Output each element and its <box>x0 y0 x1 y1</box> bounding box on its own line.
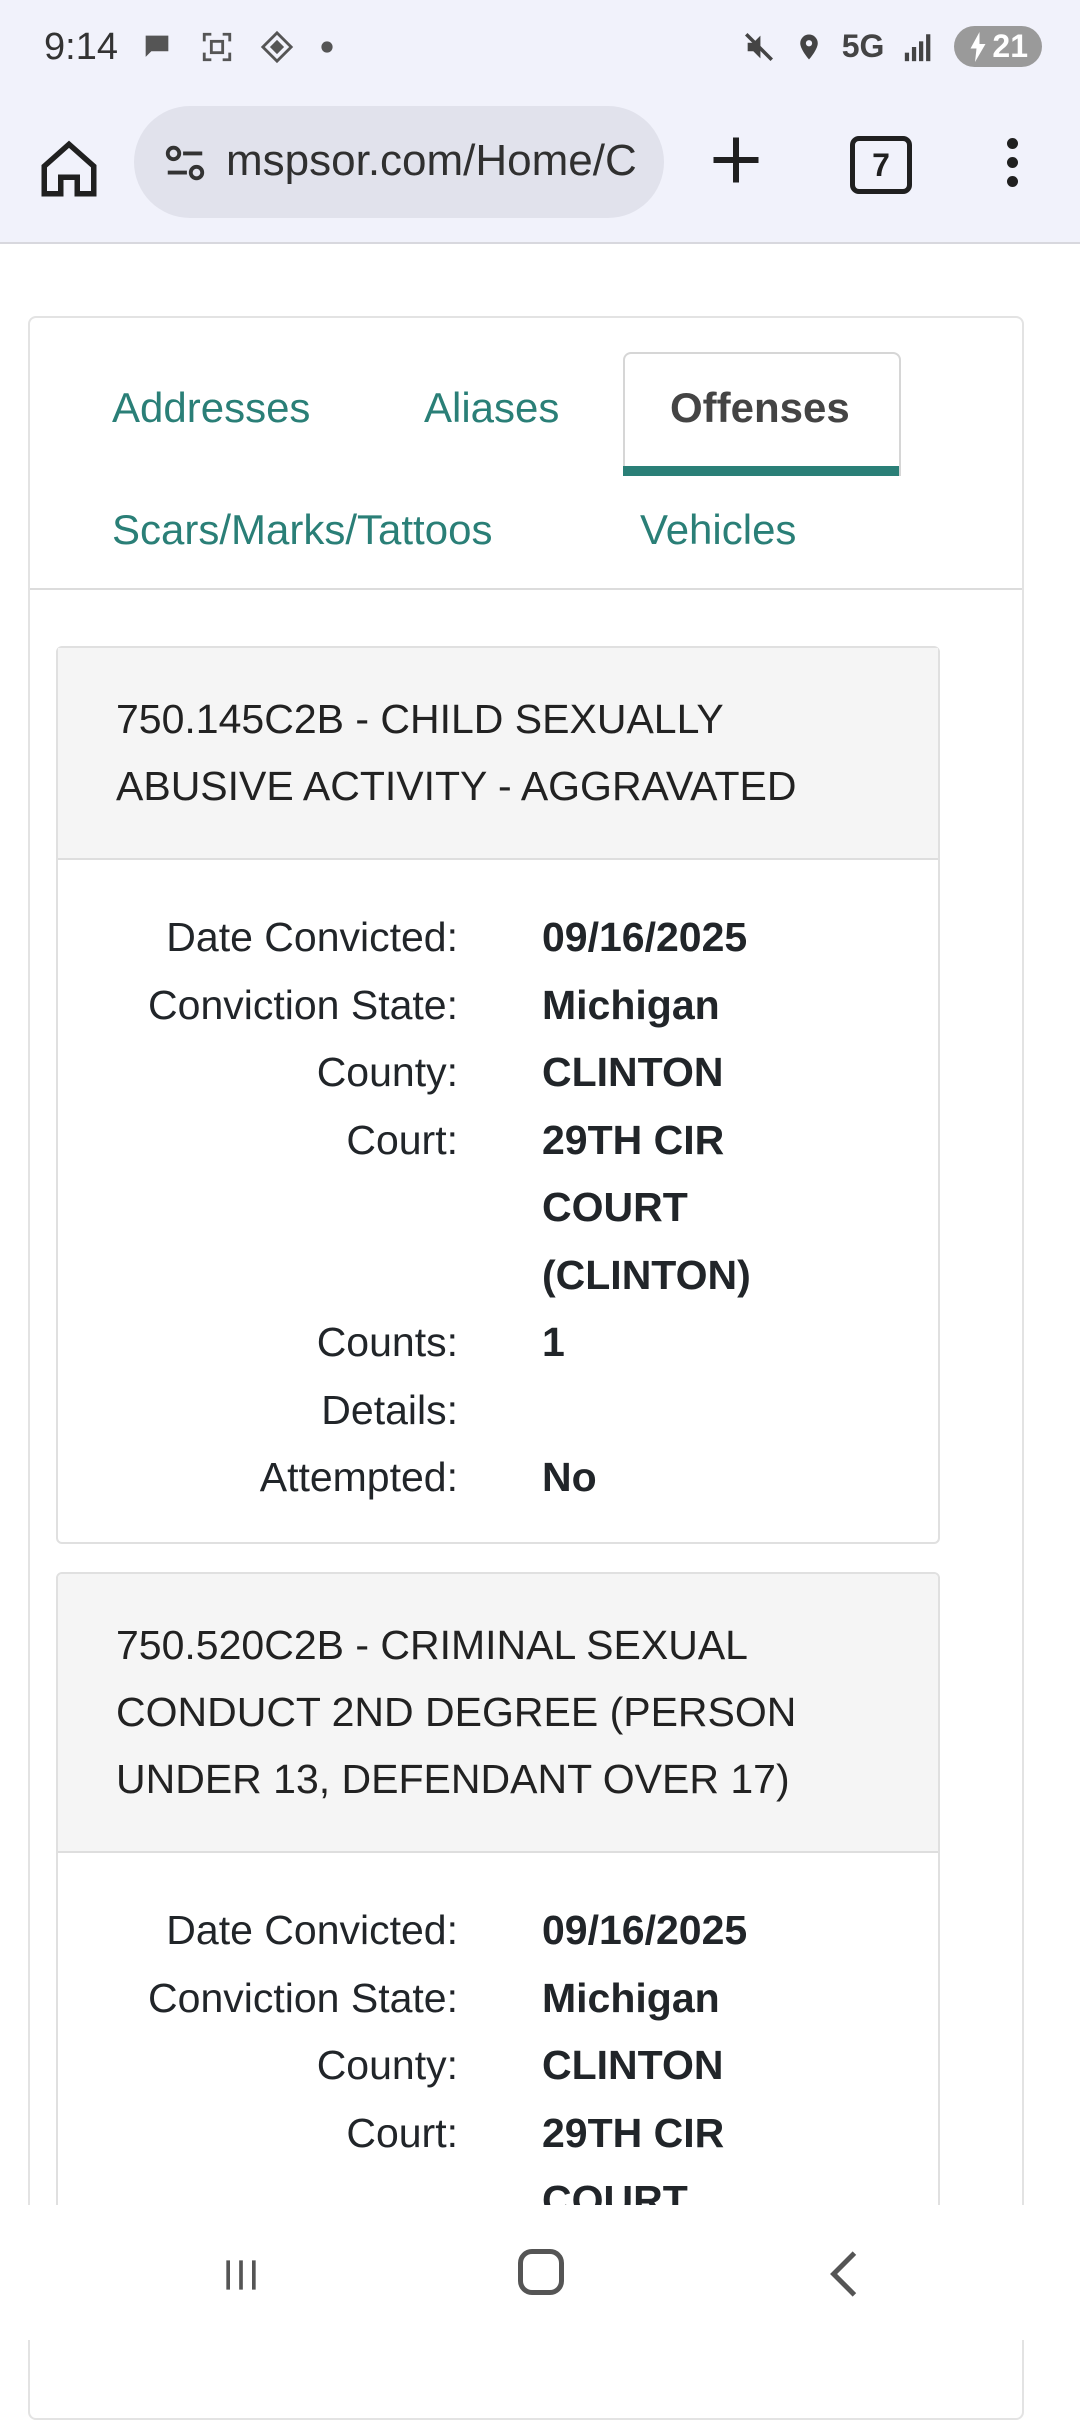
home-icon[interactable] <box>36 136 102 202</box>
browser-toolbar: mspsor.com/Home/C 7 <box>0 100 1080 244</box>
notification-icons <box>140 30 334 64</box>
detail-value: No <box>542 1454 597 1500</box>
active-tab-indicator <box>623 466 899 476</box>
detail-row: Counts: 1 <box>58 1309 938 1377</box>
detail-row: Date Convicted: 09/16/2025 <box>58 1897 938 1965</box>
detail-label: Date Convicted: <box>166 914 458 960</box>
detail-label: Court: <box>346 1116 458 1163</box>
more-menu-icon[interactable] <box>1000 132 1024 202</box>
url-text[interactable]: mspsor.com/Home/C <box>226 136 637 186</box>
battery-indicator: 21 <box>954 26 1042 67</box>
offense-card: 750.520C2B - CRIMINAL SEXUAL CONDUCT 2ND… <box>56 1572 940 2256</box>
back-icon[interactable] <box>826 2249 862 2299</box>
tab-aliases[interactable]: Aliases <box>424 384 559 432</box>
status-bar: 9:14 5G 21 <box>0 0 1080 100</box>
detail-label: County: <box>316 1049 458 1095</box>
detail-value: 09/16/2025 <box>542 1907 748 1953</box>
detail-row: Conviction State: Michigan <box>58 1965 938 2033</box>
system-icons: 5G 21 <box>742 26 1042 67</box>
detail-value: 1 <box>542 1319 565 1365</box>
detail-row: County: CLINTON <box>58 1039 938 1107</box>
tab-scars-marks-tattoos[interactable]: Scars/Marks/Tattoos <box>112 506 492 554</box>
tab-switcher-button[interactable]: 7 <box>850 136 912 194</box>
detail-label: Conviction State: <box>148 1974 458 2021</box>
detail-value: 29TH CIR COURT (CLINTON) <box>542 1116 751 1298</box>
tab-bar: Addresses Aliases Offenses Scars/Marks/T… <box>30 318 1022 590</box>
detail-row: County: CLINTON <box>58 2032 938 2100</box>
detail-label: Date Convicted: <box>166 1907 458 1953</box>
screenshot-icon <box>202 32 232 62</box>
detail-value: 09/16/2025 <box>542 914 748 960</box>
battery-level: 21 <box>992 28 1028 64</box>
system-navigation-bar <box>0 2205 1080 2340</box>
offense-card: 750.145C2B - CHILD SEXUALLY ABUSIVE ACTI… <box>56 646 940 1544</box>
detail-label: County: <box>316 2042 458 2088</box>
diamond-icon <box>260 30 294 64</box>
status-time: 9:14 <box>44 26 118 68</box>
detail-label: Counts: <box>316 1319 458 1365</box>
offense-details: Date Convicted: 09/16/2025 Conviction Sta… <box>58 860 938 1542</box>
new-tab-icon[interactable] <box>706 130 766 190</box>
recents-icon[interactable] <box>218 2253 264 2297</box>
detail-row: Date Convicted: 09/16/2025 <box>58 904 938 972</box>
detail-value <box>542 1377 842 1445</box>
home-nav-icon[interactable] <box>518 2249 564 2295</box>
battery-charging-icon <box>970 31 986 62</box>
site-settings-icon[interactable] <box>162 140 208 186</box>
signal-icon <box>905 33 931 61</box>
tab-offenses[interactable]: Offenses <box>670 384 850 432</box>
detail-value: Michigan <box>542 1974 720 2021</box>
location-icon <box>799 34 818 59</box>
detail-label: Conviction State: <box>148 981 458 1028</box>
detail-value: CLINTON <box>542 2042 724 2088</box>
offense-details: Date Convicted: 09/16/2025 Conviction Sta… <box>58 1853 938 2254</box>
network-label: 5G <box>841 28 885 64</box>
offense-title: 750.520C2B - CRIMINAL SEXUAL CONDUCT 2ND… <box>58 1574 938 1853</box>
chat-bubble-icon <box>145 35 169 57</box>
detail-row: Details: <box>58 1377 938 1445</box>
detail-label: Attempted: <box>259 1454 458 1500</box>
detail-value: CLINTON <box>542 1049 724 1095</box>
detail-row: Court: 29TH CIR COURT (CLINTON) <box>58 1107 938 1310</box>
detail-label: Details: <box>321 1386 458 1433</box>
address-bar[interactable]: mspsor.com/Home/C <box>134 106 664 218</box>
mute-icon <box>744 32 773 61</box>
dot-icon <box>321 41 333 53</box>
detail-row: Attempted: No <box>58 1444 938 1512</box>
detail-value: Michigan <box>542 981 720 1028</box>
detail-row: Conviction State: Michigan <box>58 972 938 1040</box>
tab-vehicles[interactable]: Vehicles <box>640 506 796 554</box>
offense-title: 750.145C2B - CHILD SEXUALLY ABUSIVE ACTI… <box>58 648 938 860</box>
tab-addresses[interactable]: Addresses <box>112 384 310 432</box>
